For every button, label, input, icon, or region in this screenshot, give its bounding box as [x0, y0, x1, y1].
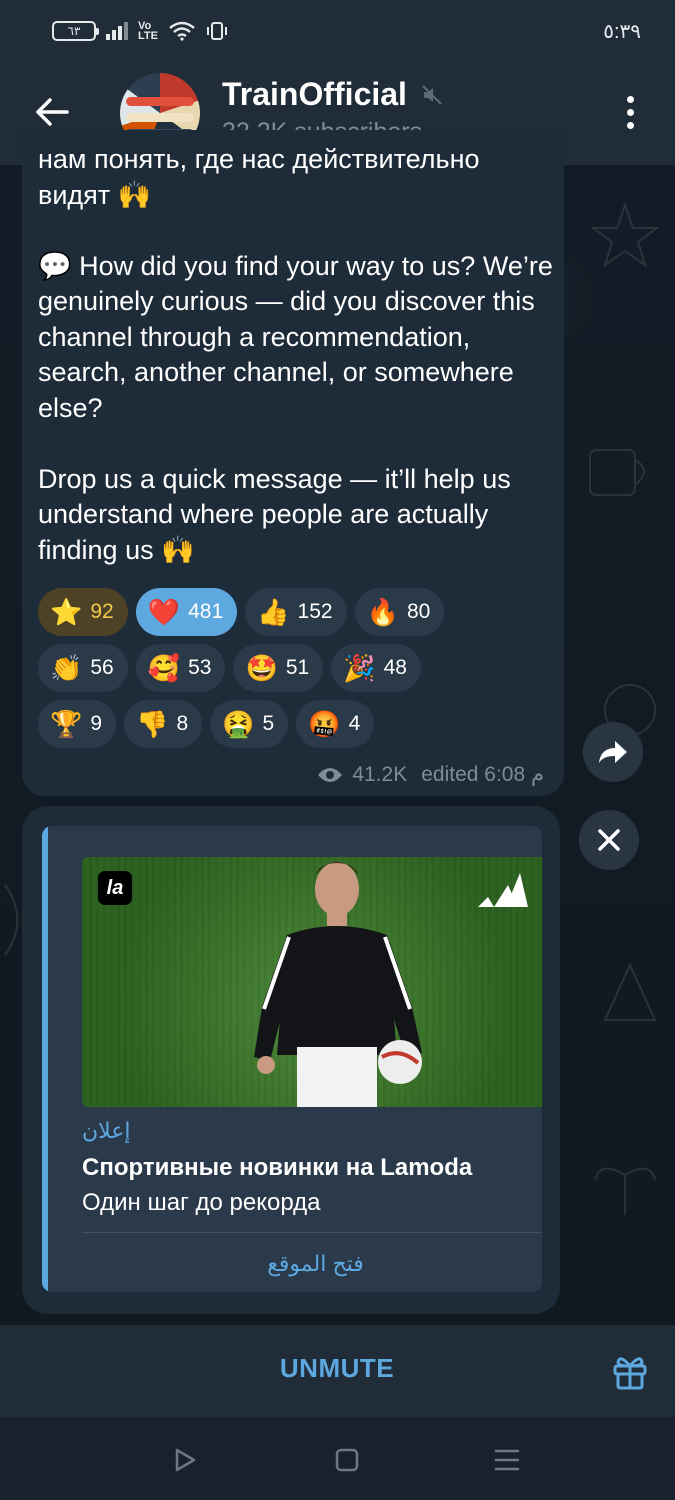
reaction-count: 4	[348, 712, 361, 735]
reaction-chip[interactable]: 🏆 9	[38, 700, 117, 748]
reaction-count: 9	[90, 712, 103, 735]
reaction-chip[interactable]: 🤩 51	[233, 644, 324, 692]
sponsored-card[interactable]: la إعلان Спортивные новинки на Lamoda Од…	[42, 826, 542, 1292]
nav-back-button[interactable]	[170, 1445, 200, 1475]
reaction-emoji: 🤩	[245, 653, 278, 683]
ad-description: Один шаг до рекорда	[82, 1189, 321, 1216]
reaction-chip[interactable]: 👎 8	[124, 700, 203, 748]
close-ad-button[interactable]	[579, 810, 639, 870]
reaction-chip[interactable]: 👏 56	[38, 644, 128, 692]
close-icon	[598, 829, 620, 851]
signal-icon	[106, 22, 128, 40]
menu-lines-icon	[494, 1449, 520, 1471]
reaction-row: 🏆 9 👎 8 🤮 5 🤬 4	[38, 700, 538, 748]
cup-doodle-icon	[589, 449, 645, 496]
reaction-emoji: 🔥	[366, 597, 399, 627]
lamoda-logo-icon: la	[98, 871, 132, 905]
sponsored-label: إعلان	[82, 1118, 131, 1143]
nav-home-button[interactable]	[332, 1445, 362, 1475]
reaction-emoji: 🎉	[343, 653, 376, 683]
reaction-emoji: 🤬	[308, 709, 341, 739]
nav-recents-button[interactable]	[492, 1445, 522, 1475]
status-icons: ٦٣ Vo LTE	[52, 21, 228, 42]
reaction-count: 53	[188, 656, 212, 679]
reaction-chip[interactable]: 🤬 4	[296, 700, 375, 748]
eye-icon	[318, 767, 343, 782]
star-doodle-icon	[590, 201, 660, 268]
athlete-figure	[254, 862, 422, 1107]
battery-level: ٦٣	[67, 24, 81, 38]
reaction-row: 👏 56 🥰 53 🤩 51 🎉 48	[38, 644, 538, 692]
view-count: 41.2K	[352, 762, 408, 786]
open-website-button[interactable]: فتح الموقع	[82, 1244, 542, 1284]
system-nav-bar	[0, 1417, 675, 1500]
reaction-emoji: 🥰	[147, 653, 181, 683]
reaction-chip[interactable]: ⭐ 92	[38, 588, 128, 636]
gift-icon[interactable]	[610, 1351, 650, 1391]
reaction-emoji: ❤️	[147, 597, 181, 627]
channel-post[interactable]: нам понять, где нас действительно видят …	[22, 130, 564, 796]
ad-title: Спортивные новинки на Lamoda	[82, 1154, 473, 1181]
reaction-count: 92	[90, 600, 114, 623]
divider	[82, 1232, 542, 1233]
adidas-logo-icon	[478, 873, 528, 907]
bottom-bar: UNMUTE	[0, 1325, 675, 1417]
reaction-emoji: 🏆	[50, 709, 83, 739]
muted-icon	[422, 84, 442, 105]
reaction-count: 51	[285, 656, 310, 679]
pizza-doodle-icon	[603, 962, 657, 1021]
reaction-count: 48	[383, 656, 407, 679]
share-arrow-icon	[599, 741, 627, 763]
volte-icon: Vo LTE	[138, 21, 158, 42]
reaction-chip[interactable]: 🤮 5	[210, 700, 289, 748]
back-button[interactable]	[32, 92, 72, 132]
reaction-chip[interactable]: 👍 152	[245, 588, 347, 636]
edited-time: edited 6:08 م	[421, 763, 544, 786]
post-text: нам понять, где нас действительно видят …	[38, 144, 553, 565]
arrow-left-icon	[36, 98, 69, 126]
more-menu-button[interactable]	[616, 92, 644, 132]
reaction-emoji: 👍	[257, 597, 290, 627]
reaction-emoji: 👎	[136, 709, 169, 739]
reaction-row: ⭐ 92 ❤️ 481 👍 152 🔥 80	[38, 588, 538, 636]
triangle-back-icon	[175, 1448, 196, 1472]
reaction-chip[interactable]: 🔥 80	[354, 588, 445, 636]
vibrate-icon	[206, 22, 227, 40]
reaction-chip[interactable]: ❤️ 481	[135, 588, 238, 636]
reaction-emoji: 👏	[50, 653, 83, 683]
post-meta: 41.2K edited 6:08 م	[316, 762, 544, 787]
status-bar: ٦٣ Vo LTE ٥:٣٩	[0, 0, 675, 62]
reaction-count: 481	[188, 600, 224, 623]
channel-title[interactable]: TrainOfficial	[222, 76, 443, 113]
forward-button[interactable]	[583, 722, 643, 782]
ad-image[interactable]: la	[82, 857, 542, 1107]
clock: ٥:٣٩	[603, 20, 641, 43]
reaction-chip[interactable]: 🎉 48	[331, 644, 421, 692]
reaction-emoji: ⭐	[50, 597, 83, 627]
sponsored-message[interactable]: la إعلان Спортивные новинки на Lamoda Од…	[22, 806, 560, 1314]
square-home-icon	[335, 1448, 359, 1472]
reaction-emoji: 🤮	[222, 709, 255, 739]
lte-label: LTE	[138, 30, 158, 42]
wifi-icon	[169, 21, 195, 41]
reaction-count: 8	[176, 712, 189, 735]
reaction-chip[interactable]: 🥰 53	[135, 644, 226, 692]
reaction-count: 5	[262, 712, 275, 735]
unmute-button[interactable]: UNMUTE	[237, 1353, 437, 1389]
reaction-count: 80	[406, 600, 431, 623]
reactions-panel: ⭐ 92 ❤️ 481 👍 152 🔥 80 👏 56 🥰 53 🤩 51 🎉 48 🏆 9 👎 8 🤮 5 🤬 4	[38, 588, 538, 756]
palm-doodle-icon	[594, 1167, 656, 1215]
reaction-count: 56	[90, 656, 114, 679]
reaction-count: 152	[297, 600, 333, 623]
accent-bar	[42, 826, 48, 1292]
channel-name: TrainOfficial	[222, 76, 407, 112]
battery-icon: ٦٣	[52, 21, 99, 41]
